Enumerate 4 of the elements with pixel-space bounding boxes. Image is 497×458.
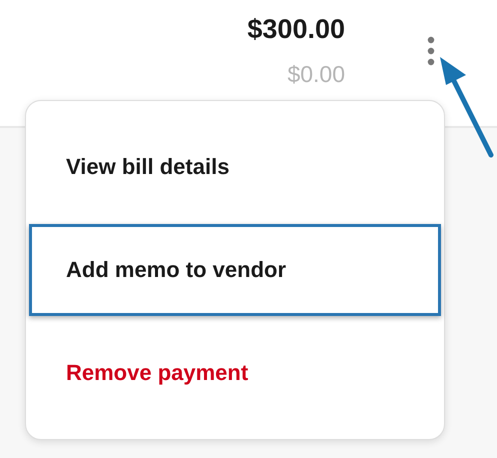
balance-text: $0.00 <box>287 61 345 88</box>
more-options-icon[interactable] <box>427 36 435 66</box>
menu-item[interactable]: Add memo to vendor <box>29 224 441 316</box>
amount-text: $300.00 <box>247 14 345 45</box>
